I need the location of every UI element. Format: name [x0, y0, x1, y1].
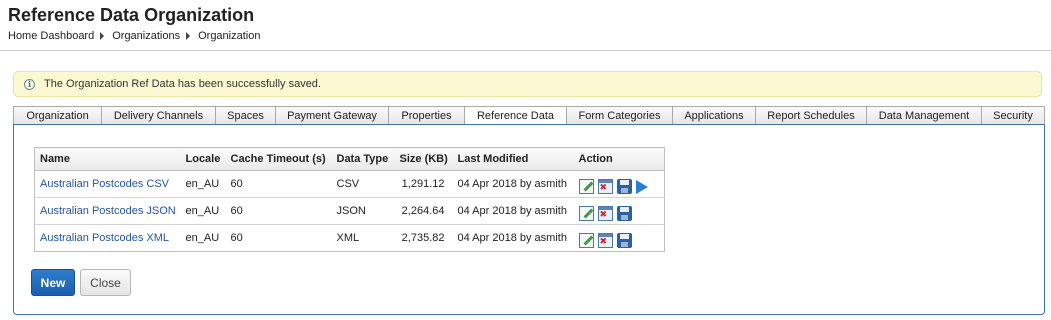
tab-organization[interactable]: Organization — [13, 106, 101, 125]
delete-icon[interactable] — [597, 233, 613, 248]
table-row: Australian Postcodes JSON en_AU 60 JSON … — [34, 197, 665, 225]
row-cache-timeout: 60 — [225, 197, 332, 225]
row-last-modified: 04 Apr 2018 by asmith — [452, 197, 574, 225]
column-header-name[interactable]: Name — [34, 147, 181, 171]
edit-icon[interactable] — [578, 233, 594, 248]
success-alert: i The Organization Ref Data has been suc… — [13, 71, 1042, 97]
row-size: 2,735.82 — [401, 232, 445, 244]
breadcrumb-organizations[interactable]: Organizations — [112, 30, 180, 42]
column-header-data-type[interactable]: Data Type — [331, 147, 395, 171]
delete-icon[interactable] — [597, 179, 613, 194]
tab-properties[interactable]: Properties — [388, 106, 464, 125]
tab-payment-gateway[interactable]: Payment Gateway — [275, 106, 388, 125]
table-row: Australian Postcodes XML en_AU 60 XML 2,… — [35, 225, 665, 252]
row-last-modified: 04 Apr 2018 by asmith — [452, 170, 574, 198]
save-icon[interactable] — [616, 179, 632, 194]
breadcrumb-organization: Organization — [198, 30, 261, 42]
column-header-action: Action — [573, 147, 665, 171]
tab-data-management[interactable]: Data Management — [866, 106, 981, 125]
save-icon[interactable] — [616, 206, 632, 221]
tab-applications[interactable]: Applications — [672, 106, 755, 125]
row-data-type: CSV — [331, 170, 395, 198]
breadcrumb: Home Dashboard Organizations Organizatio… — [8, 30, 260, 42]
tab-spaces[interactable]: Spaces — [215, 106, 275, 125]
row-data-type: JSON — [331, 197, 395, 225]
edit-icon[interactable] — [578, 206, 594, 221]
table-row: Australian Postcodes CSV en_AU 60 CSV 1,… — [34, 170, 665, 198]
row-cache-timeout: 60 — [225, 170, 332, 198]
tab-bar: Organization Delivery Channels Spaces Pa… — [13, 106, 1045, 126]
new-button[interactable]: New — [31, 269, 75, 296]
tab-form-categories[interactable]: Form Categories — [566, 106, 672, 125]
column-header-locale[interactable]: Locale — [180, 147, 226, 171]
row-actions — [578, 174, 665, 194]
row-size: 2,264.64 — [394, 197, 453, 225]
tab-security[interactable]: Security — [981, 106, 1045, 125]
info-icon: i — [24, 78, 35, 90]
breadcrumb-home-dashboard[interactable]: Home Dashboard — [8, 30, 94, 42]
row-name-link[interactable]: Australian Postcodes JSON — [40, 205, 176, 217]
chevron-right-icon — [186, 32, 191, 40]
row-last-modified: 04 Apr 2018 by asmith — [457, 232, 567, 244]
page-title: Reference Data Organization — [8, 5, 255, 25]
row-cache-timeout: 60 — [230, 232, 243, 244]
run-icon[interactable] — [635, 179, 648, 194]
chevron-right-icon — [100, 32, 105, 40]
close-button[interactable]: Close — [80, 269, 131, 296]
row-name-link[interactable]: Australian Postcodes XML — [40, 232, 169, 244]
tab-reference-data[interactable]: Reference Data — [464, 106, 566, 126]
row-actions — [578, 201, 665, 221]
delete-icon[interactable] — [597, 206, 613, 221]
row-actions — [578, 228, 665, 248]
row-locale: en_AU — [180, 197, 226, 225]
row-data-type: XML — [336, 232, 360, 244]
column-header-last-modified[interactable]: Last Modified — [452, 147, 574, 171]
column-header-size[interactable]: Size (KB) — [394, 147, 453, 171]
save-icon[interactable] — [616, 233, 632, 248]
table-header-row: Name Locale Cache Timeout (s) Data Type … — [34, 147, 665, 171]
row-locale: en_AU — [185, 232, 220, 244]
edit-icon[interactable] — [578, 179, 594, 194]
row-size: 1,291.12 — [394, 170, 453, 198]
tab-report-schedules[interactable]: Report Schedules — [755, 106, 866, 125]
tab-delivery-channels[interactable]: Delivery Channels — [101, 106, 215, 125]
alert-message: The Organization Ref Data has been succe… — [44, 78, 321, 90]
row-locale: en_AU — [180, 170, 226, 198]
header-divider — [0, 50, 1051, 51]
row-name-link[interactable]: Australian Postcodes CSV — [40, 178, 169, 190]
reference-data-table: Name Locale Cache Timeout (s) Data Type … — [34, 147, 665, 252]
column-header-cache-timeout[interactable]: Cache Timeout (s) — [225, 147, 332, 171]
